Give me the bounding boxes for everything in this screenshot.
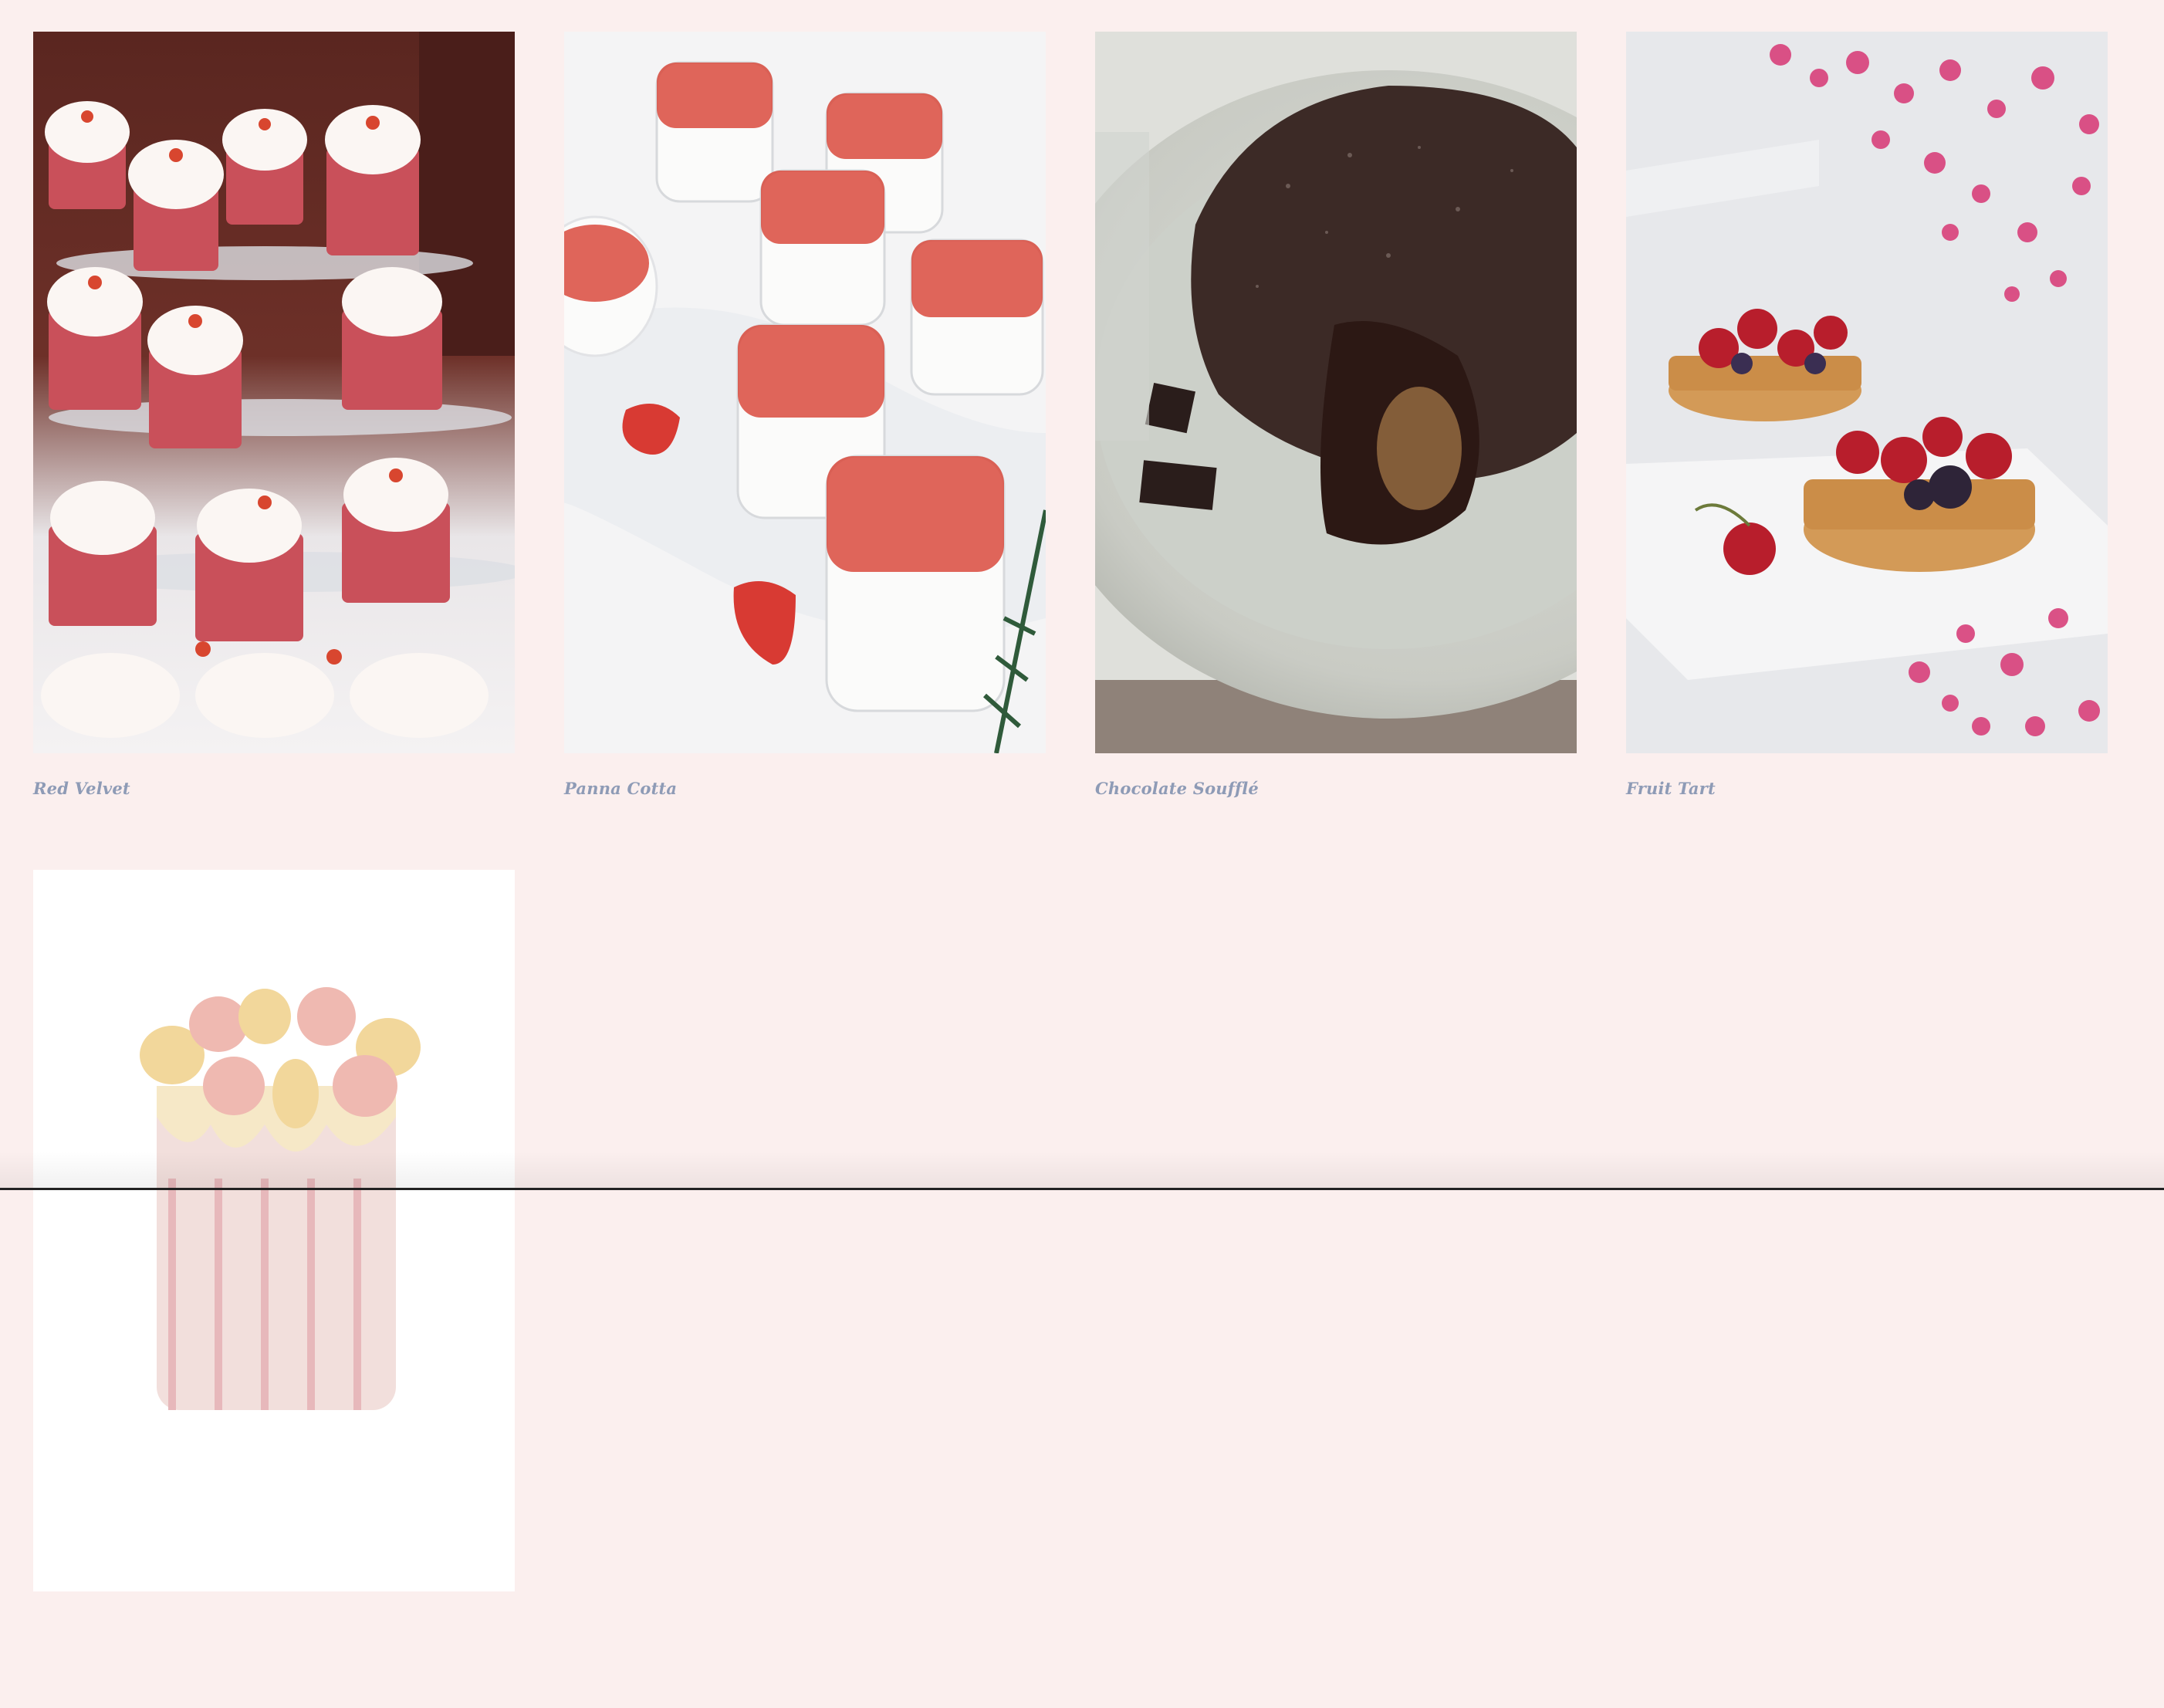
gallery-card-red-velvet[interactable]: Red Velvet xyxy=(33,32,515,870)
macaron-cake-photo[interactable] xyxy=(33,870,515,1591)
gallery-card-panna-cotta[interactable]: Panna Cotta xyxy=(564,32,1046,870)
gallery-card-macaron-cake[interactable] xyxy=(33,870,515,1708)
dessert-gallery-page: { "gallery": { "items": [ {"caption": "R… xyxy=(0,0,2164,1591)
fruit-tart-image xyxy=(1626,32,2108,753)
panna-cotta-strawberries-photo[interactable] xyxy=(564,32,1046,753)
gallery-caption[interactable]: Red Velvet xyxy=(33,779,130,798)
macaron-cake-image xyxy=(33,870,515,1591)
chocolate-souffle-photo[interactable] xyxy=(1095,32,1577,753)
gallery-card-chocolate-souffle[interactable]: Chocolate Soufflé xyxy=(1095,32,1577,870)
fruit-tart-cherries-photo[interactable] xyxy=(1626,32,2108,753)
gallery-caption[interactable]: Chocolate Soufflé xyxy=(1095,779,1259,798)
panna-cotta-image xyxy=(564,32,1046,753)
gallery-card-fruit-tart[interactable]: Fruit Tart xyxy=(1626,32,2108,870)
red-velvet-cupcakes-photo[interactable] xyxy=(33,32,515,753)
gallery-caption[interactable]: Panna Cotta xyxy=(564,779,677,798)
dessert-gallery-grid: Red Velvet Panna Cotta Chocolate Soufflé… xyxy=(33,32,2108,1708)
red-velvet-image xyxy=(33,32,515,753)
chocolate-souffle-image xyxy=(1095,32,1577,753)
gallery-caption[interactable]: Fruit Tart xyxy=(1626,779,1716,798)
